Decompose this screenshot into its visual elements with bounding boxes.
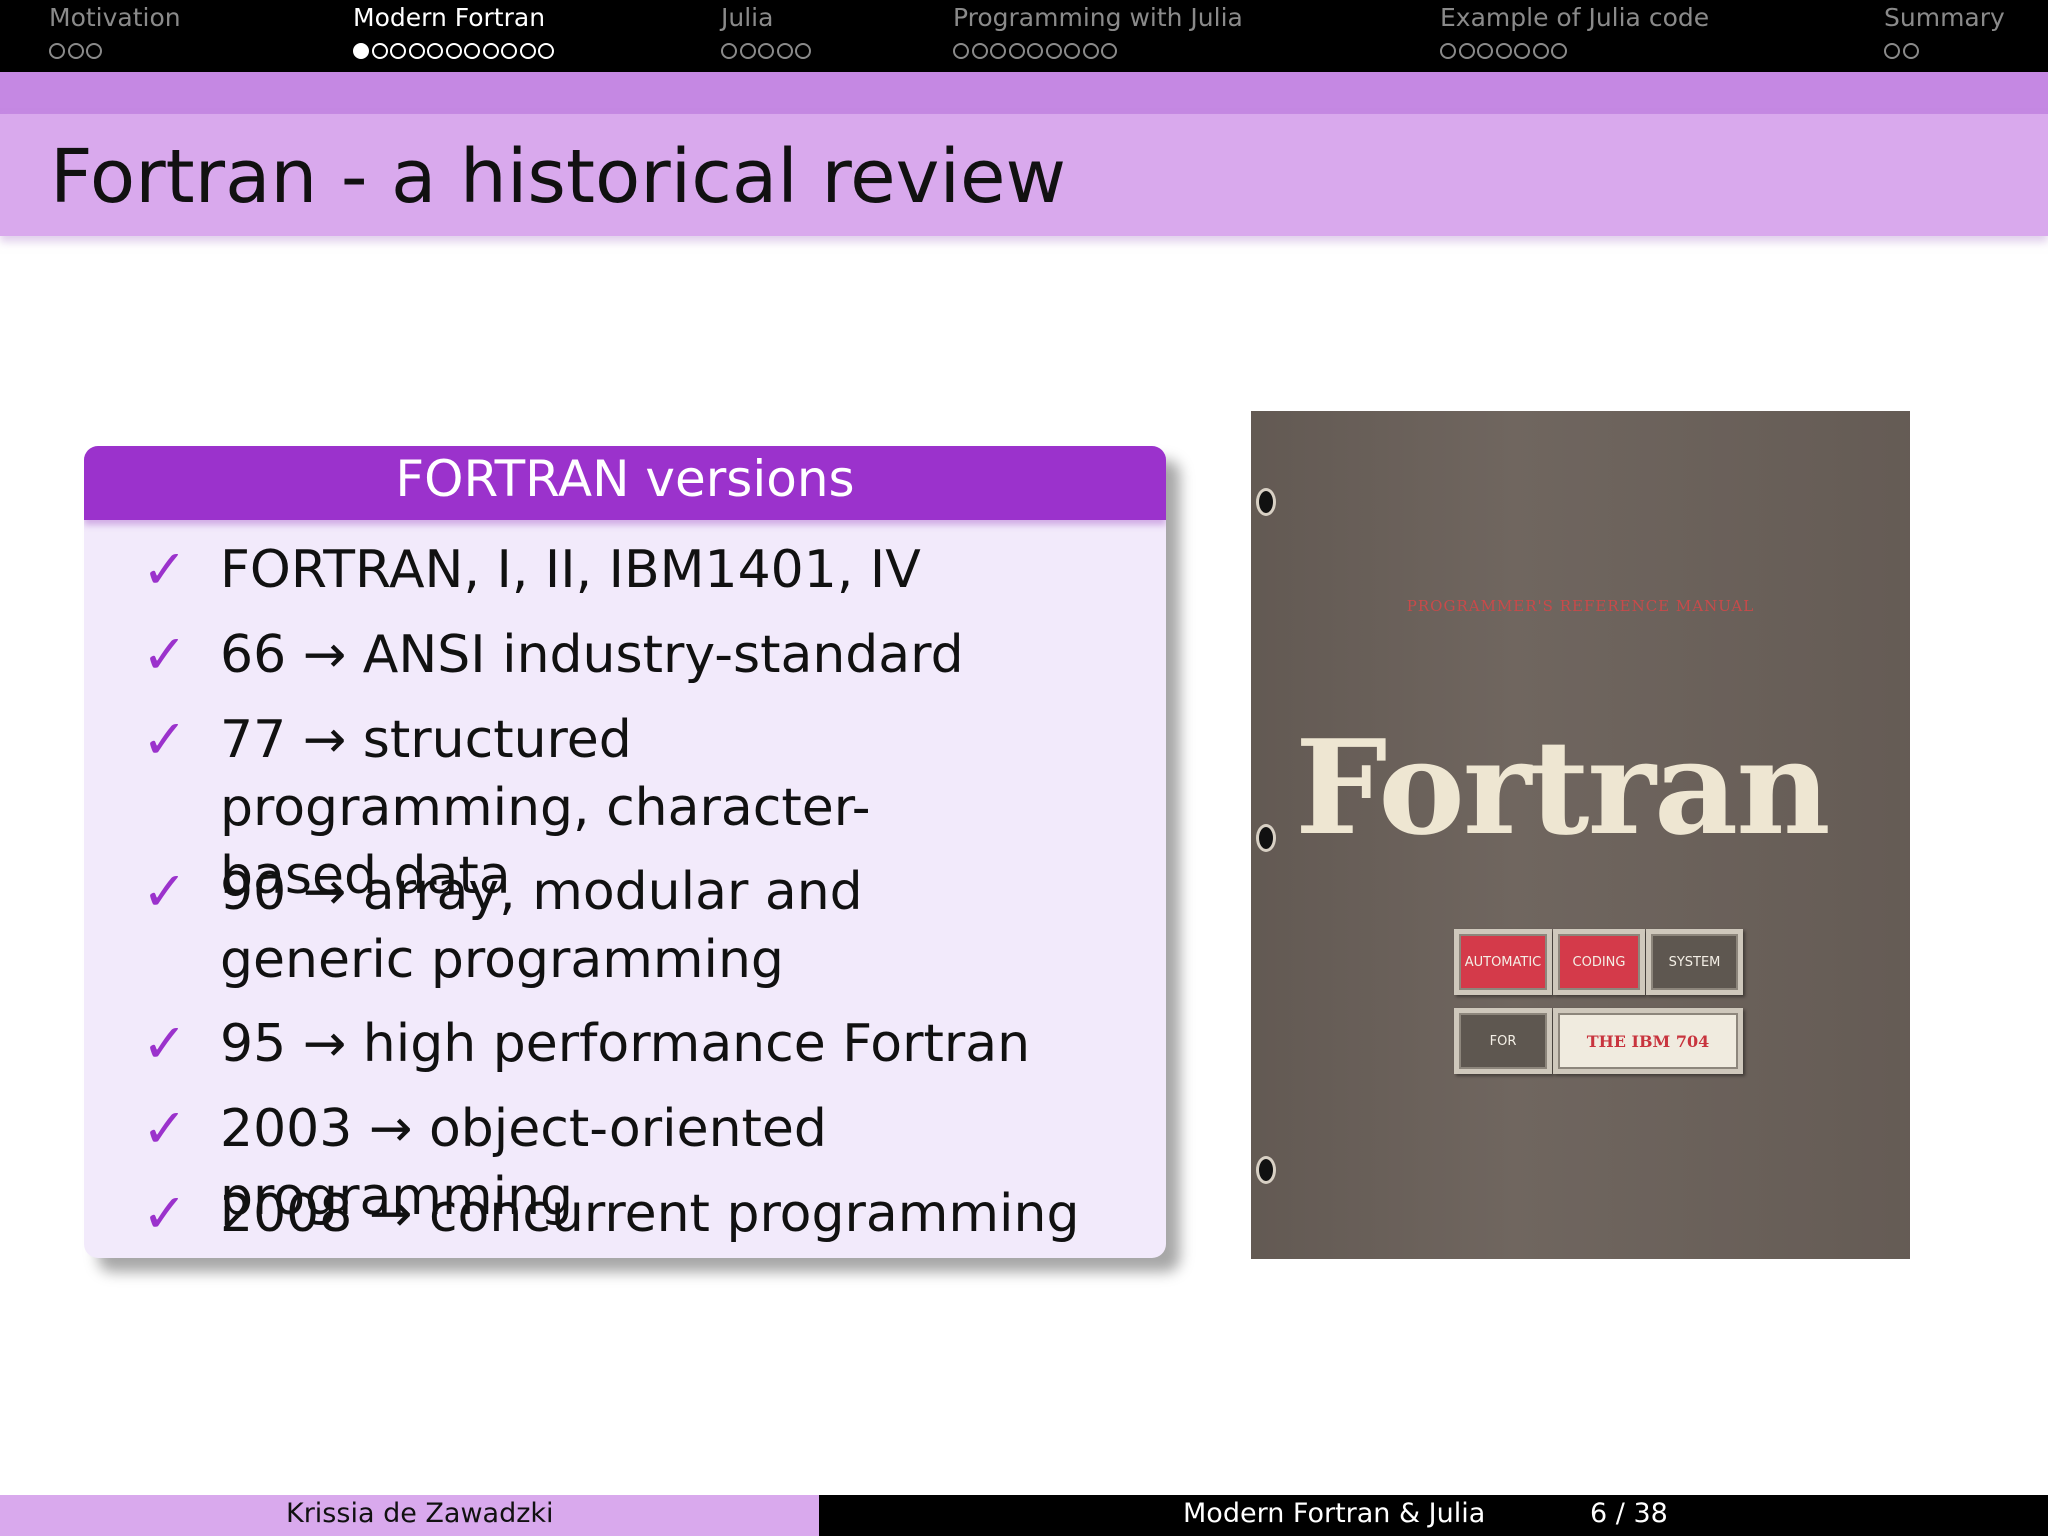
cover-plate-for: FOR: [1454, 1008, 1552, 1074]
nav-frame-dot[interactable]: [1027, 43, 1043, 59]
nav-frame-dot[interactable]: [1551, 43, 1567, 59]
nav-frame-dot[interactable]: [971, 43, 988, 59]
nav-frame-dot[interactable]: [795, 43, 811, 59]
cover-title: Fortran: [1295, 711, 1831, 864]
check-icon: ✓: [142, 538, 188, 601]
title-band: Fortran - a historical review: [0, 114, 2048, 236]
check-icon: ✓: [142, 708, 188, 771]
nav-frame-dot[interactable]: [501, 43, 517, 59]
nav-frame-dot[interactable]: [721, 43, 737, 59]
nav-frame-dot[interactable]: [1440, 43, 1456, 59]
nav-frame-dot[interactable]: [739, 43, 756, 59]
footer-talk-title: Modern Fortran & Julia: [1183, 1498, 1486, 1529]
cover-plate-system: SYSTEM: [1646, 929, 1743, 995]
binder-hole-icon: [1259, 1159, 1273, 1181]
list-item-text: 2008 → concurrent programming: [220, 1184, 1080, 1244]
check-icon: ✓: [142, 1097, 188, 1160]
nav-frame-dot[interactable]: [371, 43, 388, 59]
slide-title: Fortran - a historical review: [50, 134, 1067, 220]
footer-page-number: 6 / 38: [1590, 1498, 1668, 1529]
binder-hole-icon: [1259, 491, 1273, 513]
nav-frame-dot[interactable]: [1495, 43, 1512, 59]
fortran-versions-block: FORTRAN versions ✓ FORTRAN, I, II, IBM14…: [84, 446, 1166, 1258]
nav-section-label[interactable]: Programming with Julia: [953, 3, 1243, 32]
block-header: FORTRAN versions: [84, 446, 1166, 520]
title-band-accent: [0, 72, 2048, 114]
nav-section-label[interactable]: Summary: [1884, 3, 2005, 32]
nav-frame-dot[interactable]: [758, 43, 774, 59]
nav-frame-dot[interactable]: [390, 43, 406, 59]
nav-frame-dot[interactable]: [1477, 43, 1493, 59]
nav-frame-dot[interactable]: [1101, 43, 1117, 59]
list-item-text: FORTRAN, I, II, IBM1401, IV: [220, 540, 921, 600]
nav-frame-dot[interactable]: [1064, 43, 1080, 59]
cover-plate-ibm-704: THE IBM 704: [1553, 1008, 1743, 1074]
nav-frame-dot[interactable]: [408, 43, 425, 59]
nav-frame-dots: [353, 43, 554, 59]
list-item-text: 66 → ANSI industry-standard: [220, 625, 964, 685]
cover-subtitle: PROGRAMMER'S REFERENCE MANUAL: [1406, 597, 1755, 615]
nav-frame-dot[interactable]: [1458, 43, 1475, 59]
nav-frame-dot[interactable]: [86, 43, 102, 59]
nav-frame-dot[interactable]: [1514, 43, 1530, 59]
footer-talk-box: Modern Fortran & Julia 6 / 38: [819, 1495, 2048, 1536]
nav-frame-dots: [1884, 43, 1919, 59]
nav-frame-dot[interactable]: [1045, 43, 1062, 59]
nav-frame-dot[interactable]: [953, 43, 969, 59]
nav-frame-dots: [953, 43, 1117, 59]
check-icon: ✓: [142, 623, 188, 686]
nav-frame-dot[interactable]: [67, 43, 84, 59]
list-item-text: 90 → array, modular and generic programm…: [220, 862, 863, 990]
nav-frame-dot[interactable]: [427, 43, 443, 59]
section-navigation-bar: Motivation Modern Fortran Julia Programm…: [0, 0, 2048, 72]
nav-frame-dot[interactable]: [538, 43, 554, 59]
nav-frame-dot[interactable]: [776, 43, 793, 59]
nav-frame-dot[interactable]: [482, 43, 499, 59]
nav-section-label[interactable]: Motivation: [49, 3, 181, 32]
nav-section-label[interactable]: Modern Fortran: [353, 3, 545, 32]
nav-frame-dot[interactable]: [519, 43, 536, 59]
nav-frame-dots: [1440, 43, 1567, 59]
nav-frame-dot-current[interactable]: [353, 43, 369, 59]
footer-author-box: Krissia de Zawadzki: [0, 1495, 819, 1536]
nav-section-label[interactable]: Example of Julia code: [1440, 3, 1709, 32]
list-item-text: 95 → high performance Fortran: [220, 1014, 1031, 1074]
nav-section-label[interactable]: Julia: [721, 3, 773, 32]
fortran-manual-cover-image: PROGRAMMER'S REFERENCE MANUAL Fortran AU…: [1251, 411, 1910, 1259]
binder-hole-icon: [1259, 827, 1273, 849]
nav-frame-dots: [49, 43, 102, 59]
nav-frame-dot[interactable]: [1902, 43, 1919, 59]
nav-frame-dots: [721, 43, 811, 59]
footer-author: Krissia de Zawadzki: [286, 1498, 554, 1529]
nav-frame-dot[interactable]: [445, 43, 462, 59]
nav-frame-dot[interactable]: [990, 43, 1006, 59]
cover-plate-coding: CODING: [1553, 929, 1645, 995]
check-icon: ✓: [142, 1182, 188, 1245]
check-icon: ✓: [142, 1012, 188, 1075]
nav-frame-dot[interactable]: [464, 43, 480, 59]
nav-frame-dot[interactable]: [1532, 43, 1549, 59]
nav-frame-dot[interactable]: [1082, 43, 1099, 59]
block-title: FORTRAN versions: [395, 450, 855, 508]
cover-plate-automatic: AUTOMATIC: [1454, 929, 1552, 995]
nav-frame-dot[interactable]: [1008, 43, 1025, 59]
nav-frame-dot[interactable]: [1884, 43, 1900, 59]
check-icon: ✓: [142, 860, 188, 923]
nav-frame-dot[interactable]: [49, 43, 65, 59]
